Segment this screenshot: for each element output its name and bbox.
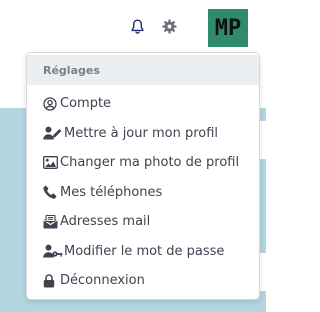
settings-menu-list: Compte Mettre à jour mon profil Changer … [27,85,259,296]
menu-item-label: Modifier le mot de passe [64,243,225,259]
user-circle-icon [43,97,59,111]
bell-icon[interactable] [128,17,146,35]
menu-item-change-password[interactable]: Modifier le mot de passe [27,237,259,267]
gear-icon[interactable] [160,17,178,35]
menu-item-label: Adresses mail [60,214,151,230]
user-key-icon [43,244,63,258]
phone-icon [43,185,59,200]
lock-icon [43,273,59,288]
menu-item-label: Déconnexion [60,273,145,289]
menu-item-update-profile[interactable]: Mettre à jour mon profil [27,119,259,149]
menu-item-label: Compte [60,96,112,112]
menu-item-logout[interactable]: Déconnexion [27,266,259,296]
user-avatar[interactable]: MP [208,9,248,47]
image-icon [43,156,59,170]
envelope-icon [43,214,59,229]
dropdown-header: Réglages [27,55,259,85]
menu-item-label: Changer ma photo de profil [60,155,240,171]
menu-item-email-addresses[interactable]: Adresses mail [27,207,259,237]
menu-item-account[interactable]: Compte [27,89,259,119]
menu-item-change-photo[interactable]: Changer ma photo de profil [27,148,259,178]
avatar-initials: MP [214,15,242,41]
menu-item-label: Mettre à jour mon profil [64,125,219,141]
menu-item-phones[interactable]: Mes téléphones [27,178,259,208]
settings-dropdown-menu: Réglages Compte Mettre à jour mon profil… [26,52,260,300]
user-edit-icon [43,126,63,140]
menu-item-label: Mes téléphones [60,184,163,200]
